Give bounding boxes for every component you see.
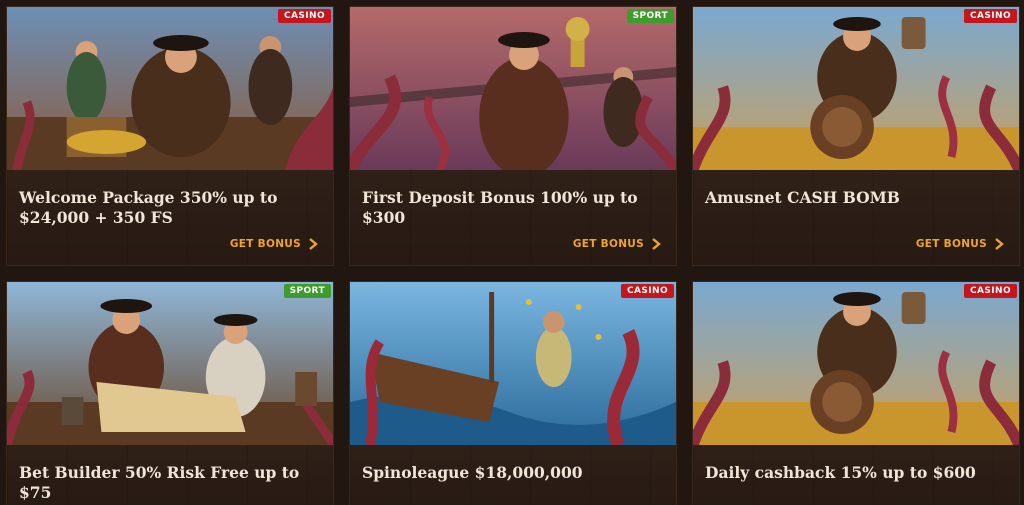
chevron-right-icon [995, 238, 1004, 250]
casino-badge: CASINO [621, 284, 674, 298]
get-bonus-button[interactable]: GET BONUS [916, 237, 1005, 251]
promo-card-cash-bomb[interactable]: CASINO Amusnet CASH BOMB GET BONUS [692, 6, 1020, 266]
promo-title: Welcome Package 350% up to $24,000 + 350… [19, 188, 278, 227]
get-bonus-label: GET BONUS [915, 238, 987, 250]
promo-card-daily-cashback[interactable]: CASINO Daily cashback 15% up to $600 [692, 281, 1020, 505]
promo-image-pirates-treasure[interactable] [7, 7, 333, 170]
casino-badge: CASINO [278, 9, 331, 23]
promo-card-body: Bet Builder 50% Risk Free up to $75 [7, 445, 333, 505]
promo-card-body: Spinoleague $18,000,000 [350, 445, 676, 505]
promo-image-pirate-barrel[interactable] [693, 282, 1019, 445]
chevron-right-icon [652, 238, 661, 250]
promo-title: Spinoleague $18,000,000 [362, 463, 583, 482]
get-bonus-label: GET BONUS [572, 238, 644, 250]
promo-card-bet-builder[interactable]: SPORT Bet Builder 50% Risk Free up to $7… [6, 281, 334, 505]
promo-card-body: First Deposit Bonus 100% up to $300 GET … [350, 170, 676, 265]
promo-title: Amusnet CASH BOMB [705, 188, 900, 207]
promo-title: Bet Builder 50% Risk Free up to $75 [19, 463, 300, 502]
promo-image-pirates-map[interactable] [7, 282, 333, 445]
promo-card-body: Welcome Package 350% up to $24,000 + 350… [7, 170, 333, 265]
promo-title: Daily cashback 15% up to $600 [705, 463, 976, 482]
promo-card-spinoleague[interactable]: CASINO Spinoleague $18,000,000 [349, 281, 677, 505]
sport-badge: SPORT [283, 284, 331, 298]
chevron-right-icon [309, 238, 318, 250]
get-bonus-label: GET BONUS [229, 238, 301, 250]
promo-image-pirates-trophy[interactable] [350, 7, 676, 170]
promo-card-body: Amusnet CASH BOMB GET BONUS [693, 170, 1019, 265]
get-bonus-button[interactable]: GET BONUS [573, 237, 662, 251]
promo-title: First Deposit Bonus 100% up to $300 [362, 188, 638, 227]
casino-badge: CASINO [964, 9, 1017, 23]
promo-image-pirate-ship-sea[interactable] [350, 282, 676, 445]
get-bonus-button[interactable]: GET BONUS [230, 237, 319, 251]
casino-badge: CASINO [964, 284, 1017, 298]
promo-card-body: Daily cashback 15% up to $600 [693, 445, 1019, 505]
sport-badge: SPORT [626, 9, 674, 23]
promo-card-welcome-package[interactable]: CASINO Welcome Package 350% up to $24,00… [6, 6, 334, 266]
promo-card-first-deposit[interactable]: SPORT First Deposit Bonus 100% up to $30… [349, 6, 677, 266]
promo-image-pirate-barrel[interactable] [693, 7, 1019, 170]
